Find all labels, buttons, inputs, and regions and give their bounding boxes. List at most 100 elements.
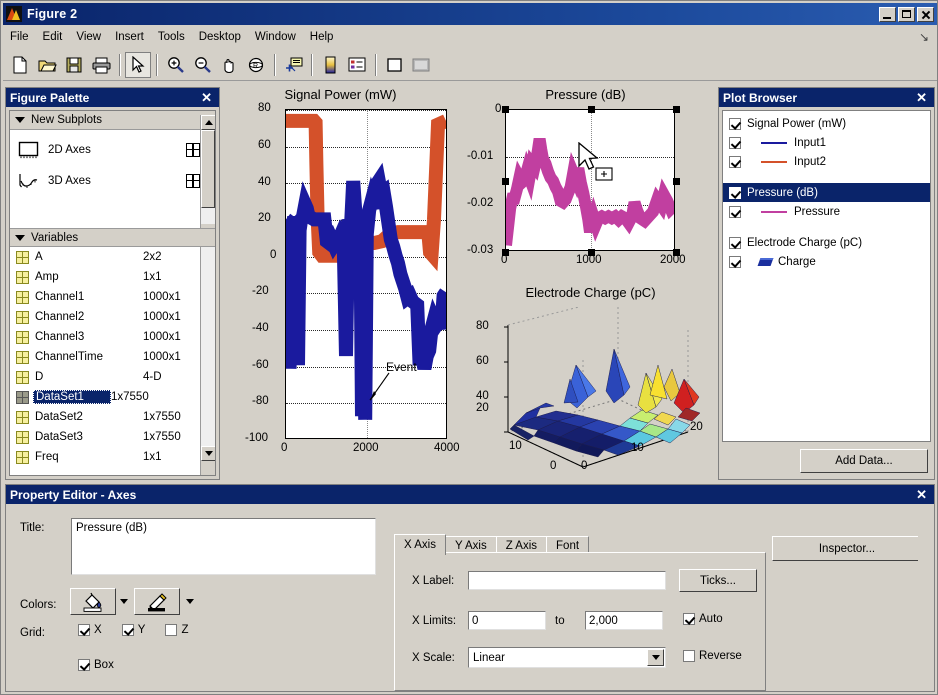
menu-desktop[interactable]: Desktop xyxy=(192,29,248,45)
checkbox-icon[interactable] xyxy=(683,613,695,625)
insert-legend-icon[interactable] xyxy=(344,52,370,78)
box-checkbox[interactable]: Box xyxy=(78,659,114,671)
selection-handle[interactable] xyxy=(502,106,509,113)
plot-browser-list[interactable]: Signal Power (mW) Input1 Input2 Pressure (d… xyxy=(722,110,931,442)
zoom-in-icon[interactable] xyxy=(162,52,188,78)
variable-row[interactable]: ChannelTime 1000x1 xyxy=(10,347,215,367)
selection-handle[interactable] xyxy=(673,178,680,185)
checkbox-icon[interactable] xyxy=(729,136,741,149)
checkbox-icon[interactable] xyxy=(78,624,90,636)
minimize-button[interactable] xyxy=(879,6,896,22)
checkbox-icon[interactable] xyxy=(729,236,741,249)
x-limit-min-input[interactable] xyxy=(468,611,546,630)
menu-help[interactable]: Help xyxy=(303,29,341,45)
checkbox-icon[interactable] xyxy=(78,659,90,671)
plot-browser-group[interactable]: Pressure (dB) xyxy=(723,183,930,202)
grid-z-checkbox[interactable]: Z xyxy=(165,624,189,636)
checkbox-icon[interactable] xyxy=(729,155,741,168)
variables-list[interactable]: A 2x2 Amp 1x1 Channel1 1000x1 Channel2 1000x1 Ch… xyxy=(10,247,215,475)
close-icon[interactable]: ✕ xyxy=(913,488,930,501)
event-annotation-label[interactable]: Event xyxy=(386,360,417,374)
print-figure-icon[interactable] xyxy=(88,52,114,78)
subplots-scrollbar[interactable] xyxy=(200,115,215,228)
scroll-up-button[interactable] xyxy=(201,115,215,130)
grid-2x2-icon[interactable] xyxy=(186,173,200,188)
variable-row[interactable]: Channel1 1000x1 xyxy=(10,287,215,307)
variable-row[interactable]: DataSet3 1x7550 xyxy=(10,427,215,447)
electrode-charge-axes[interactable]: 80 60 40 20 10 0 0 10 20 xyxy=(476,296,710,477)
property-editor-scrollbar[interactable] xyxy=(918,525,932,689)
palette-item-2d-axes[interactable]: 2D Axes xyxy=(10,134,215,165)
scrollbar-track[interactable] xyxy=(201,208,215,224)
x-auto-checkbox[interactable]: Auto xyxy=(683,613,723,625)
menu-file[interactable]: File xyxy=(3,29,36,45)
selection-handle[interactable] xyxy=(588,106,595,113)
grid-x-checkbox[interactable]: X xyxy=(78,624,102,636)
new-figure-icon[interactable] xyxy=(7,52,33,78)
fill-color-button[interactable] xyxy=(70,588,116,615)
menu-tools[interactable]: Tools xyxy=(151,29,192,45)
plot-browser-item[interactable]: Pressure xyxy=(723,202,930,221)
pressure-axes[interactable] xyxy=(502,106,680,256)
menu-edit[interactable]: Edit xyxy=(36,29,70,45)
palette-item-3d-axes[interactable]: 3D Axes xyxy=(10,165,215,196)
variable-row[interactable]: D 4-D xyxy=(10,367,215,387)
x-limit-max-input[interactable] xyxy=(585,611,663,630)
grid-2x2-icon[interactable] xyxy=(186,142,200,157)
menu-view[interactable]: View xyxy=(69,29,108,45)
data-cursor-icon[interactable] xyxy=(280,52,306,78)
scroll-down-button[interactable] xyxy=(201,446,215,461)
scrollbar-track[interactable] xyxy=(201,247,215,446)
plot-browser-group[interactable]: Signal Power (mW) xyxy=(723,114,930,133)
checkbox-icon[interactable] xyxy=(729,186,741,199)
title-input[interactable] xyxy=(71,518,376,575)
edit-plot-arrow-icon[interactable] xyxy=(125,51,151,78)
line-color-dropdown-icon[interactable] xyxy=(186,599,194,604)
variable-row[interactable]: Channel3 1000x1 xyxy=(10,327,215,347)
plot-browser-item[interactable]: Charge xyxy=(723,252,930,271)
inspector-button[interactable]: Inspector... xyxy=(772,536,922,561)
ticks-button[interactable]: Ticks... xyxy=(679,569,757,592)
line-color-button[interactable] xyxy=(134,588,180,615)
figure-palette-icon[interactable] xyxy=(381,52,407,78)
add-data-button[interactable]: Add Data... xyxy=(800,449,928,473)
grid-y-checkbox[interactable]: Y xyxy=(121,624,145,636)
selection-handle[interactable] xyxy=(673,106,680,113)
maximize-button[interactable] xyxy=(898,6,915,22)
section-new-subplots[interactable]: New Subplots xyxy=(10,111,215,130)
checkbox-icon[interactable] xyxy=(729,255,741,268)
close-icon[interactable]: ✕ xyxy=(913,91,930,104)
variable-row[interactable]: DataSet1 1x7550 xyxy=(10,387,215,407)
variable-row[interactable]: Amp 1x1 xyxy=(10,267,215,287)
checkbox-icon[interactable] xyxy=(729,117,741,130)
variable-row[interactable]: Freq 1x1 xyxy=(10,447,215,467)
plot-browser-group[interactable]: Electrode Charge (pC) xyxy=(723,233,930,252)
plot-tools-icon[interactable] xyxy=(408,52,434,78)
rotate-3d-icon[interactable]: R xyxy=(243,52,269,78)
pan-hand-icon[interactable] xyxy=(216,52,242,78)
scrollbar-thumb[interactable] xyxy=(201,130,215,208)
zoom-out-icon[interactable] xyxy=(189,52,215,78)
checkbox-icon[interactable] xyxy=(683,650,695,662)
close-button[interactable] xyxy=(917,6,934,22)
plot-browser-item[interactable]: Input2 xyxy=(723,152,930,171)
checkbox-icon[interactable] xyxy=(729,205,741,218)
save-figure-icon[interactable] xyxy=(61,52,87,78)
section-variables[interactable]: Variables xyxy=(10,228,215,247)
plot-browser-item[interactable]: Input1 xyxy=(723,133,930,152)
variable-row[interactable]: Channel2 1000x1 xyxy=(10,307,215,327)
x-reverse-checkbox[interactable]: Reverse xyxy=(683,650,742,662)
variables-scrollbar[interactable] xyxy=(200,247,215,475)
close-icon[interactable]: ✕ xyxy=(198,91,215,104)
open-file-icon[interactable] xyxy=(34,52,60,78)
menu-insert[interactable]: Insert xyxy=(108,29,151,45)
tab-x-axis[interactable]: X Axis xyxy=(394,534,446,555)
dock-arrow-icon[interactable]: ↘ xyxy=(919,30,929,44)
variable-row[interactable]: A 2x2 xyxy=(10,247,215,267)
variable-row[interactable]: DataSet2 1x7550 xyxy=(10,407,215,427)
x-scale-select[interactable]: Linear xyxy=(468,647,666,668)
signal-power-axes[interactable]: Event xyxy=(285,109,447,439)
chevron-down-icon[interactable] xyxy=(647,649,664,666)
checkbox-icon[interactable] xyxy=(165,624,178,636)
menu-window[interactable]: Window xyxy=(248,29,303,45)
